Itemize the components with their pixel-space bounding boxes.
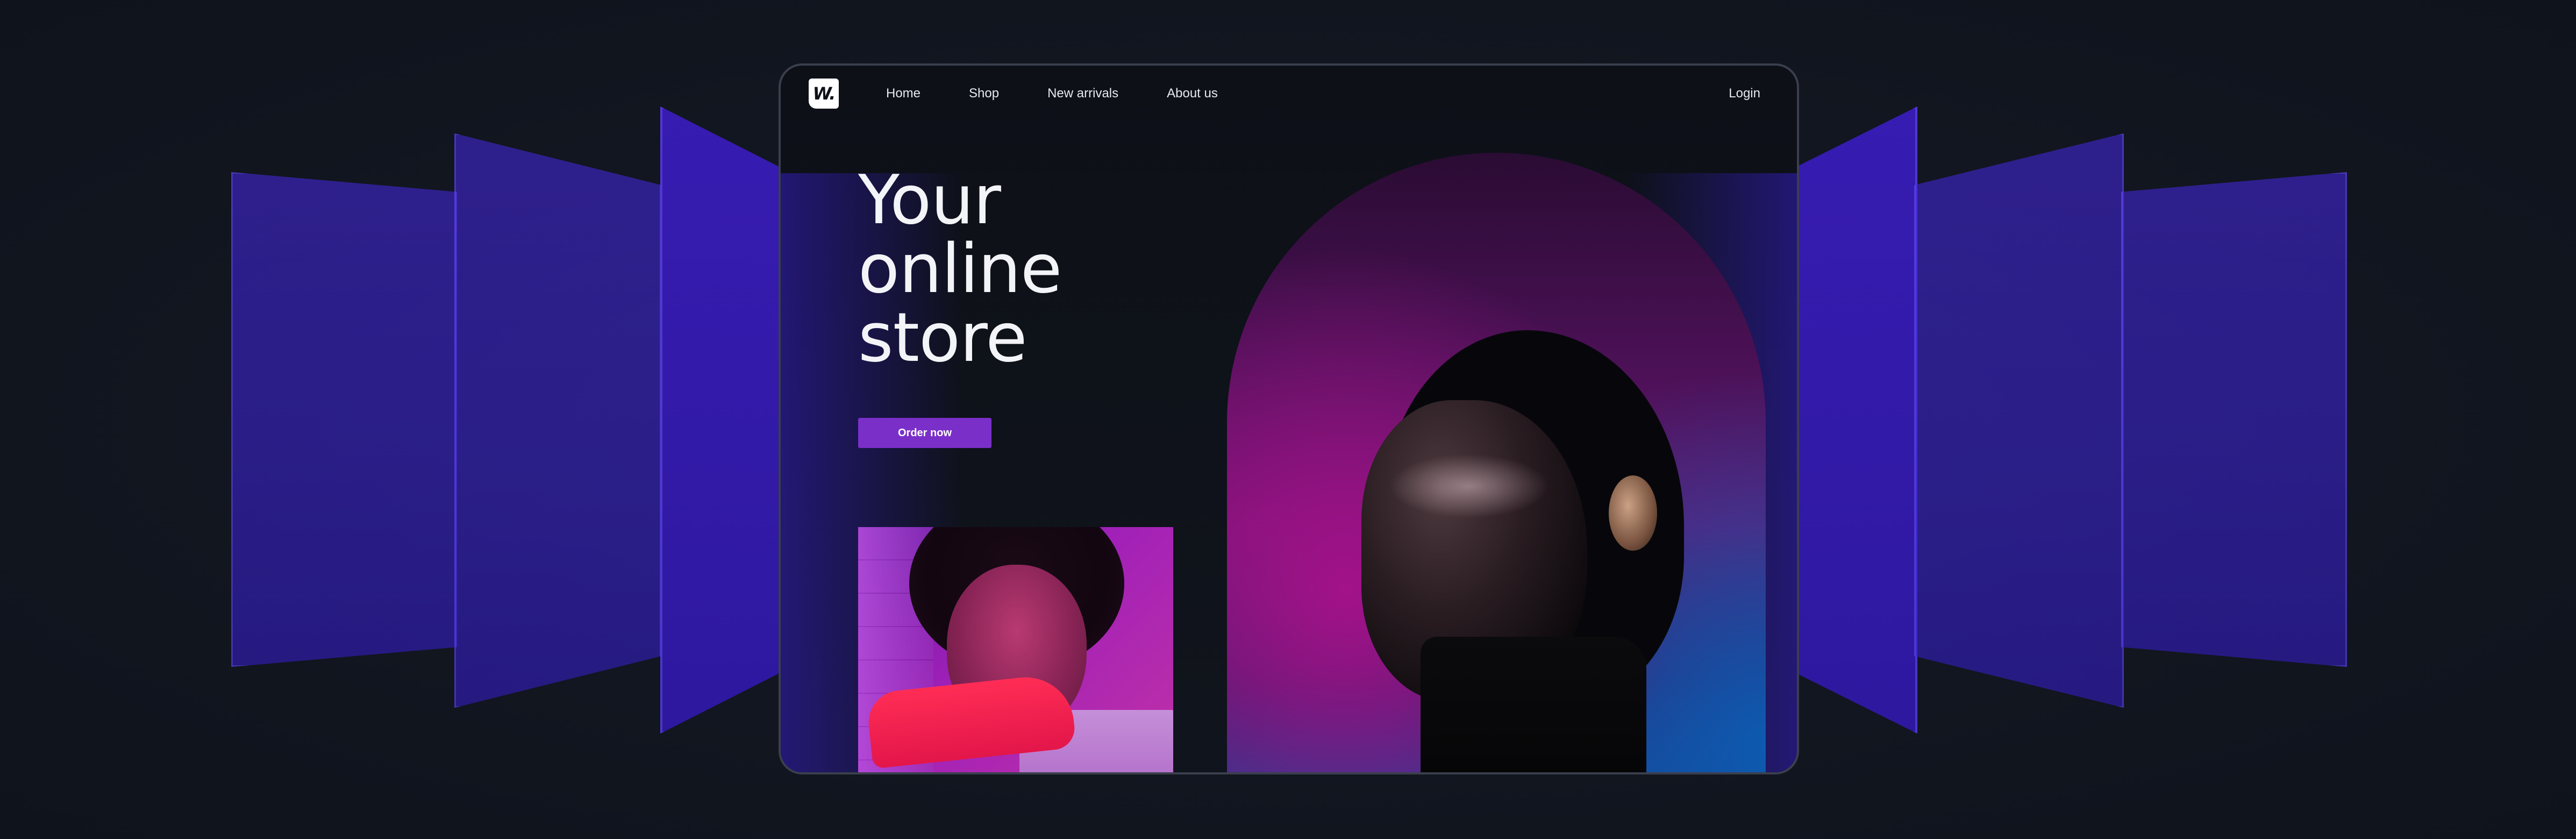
order-now-button[interactable]: Order now [858,418,991,448]
nav-link-new-arrivals[interactable]: New arrivals [1047,86,1118,101]
hero-title-line-2: online [858,229,1062,308]
login-link[interactable]: Login [1729,86,1760,101]
brand-logo-text: W. [812,83,836,104]
nav-links: Home Shop New arrivals About us [886,86,1218,101]
hero-arch-image [1227,153,1766,772]
decorative-panel-left-inner [660,106,784,734]
decorative-panel-left-middle [454,133,661,708]
nav-link-shop[interactable]: Shop [969,86,999,101]
website-frame: W. Home Shop New arrivals About us Login… [779,63,1799,774]
hero-title-line-1: Your [858,160,1001,239]
hero-title: Your online store [858,160,1062,377]
decorative-panel-left-outer [231,172,457,667]
arch-neck-shape [1421,637,1646,772]
hero-title-line-3: store [858,298,1027,377]
showcase-stage: W. Home Shop New arrivals About us Login… [0,0,2576,839]
nav-link-about-us[interactable]: About us [1167,86,1218,101]
decorative-panel-right-middle [1914,133,2124,708]
decorative-panel-right-inner [1792,106,1917,734]
decorative-panel-right-outer [2121,172,2347,667]
nav-link-home[interactable]: Home [886,86,920,101]
arch-light-highlight [1388,454,1550,518]
brand-logo[interactable]: W. [809,79,839,109]
arch-ear-shape [1609,475,1657,551]
top-navigation: W. Home Shop New arrivals About us Login [781,66,1797,125]
portrait-photo-small [858,527,1173,772]
